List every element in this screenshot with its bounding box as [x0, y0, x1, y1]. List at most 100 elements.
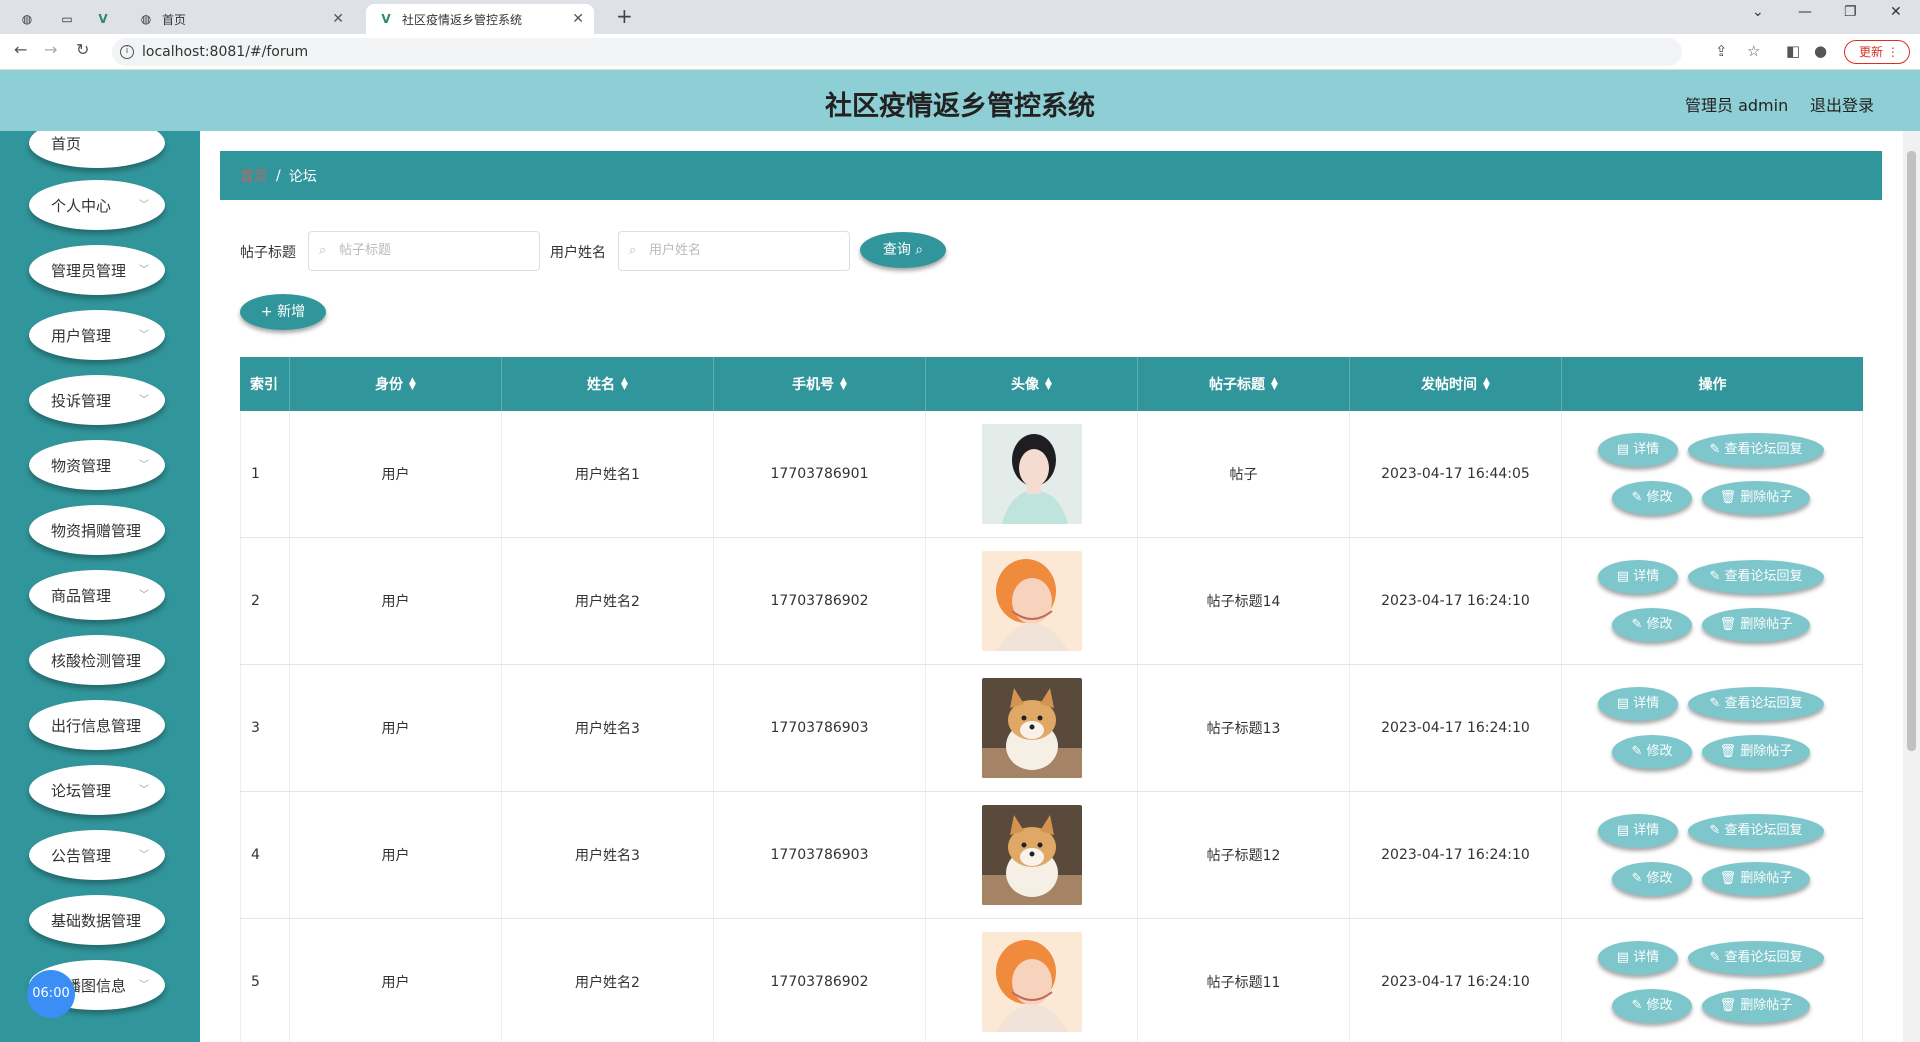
profile-icon[interactable]: ●	[1814, 42, 1827, 60]
edit-button[interactable]: ✎ 修改	[1612, 481, 1692, 515]
sidepanel-icon[interactable]: ◧	[1786, 42, 1800, 60]
minimize-icon[interactable]: —	[1798, 4, 1812, 20]
view-replies-button[interactable]: ✎ 查看论坛回复	[1688, 687, 1824, 721]
pinned-tab[interactable]: V	[88, 4, 118, 34]
sidebar-item-forum[interactable]: 论坛管理 ﹀	[29, 765, 165, 815]
sort-icon[interactable]: ▲ ▼	[1483, 377, 1490, 392]
view-replies-button[interactable]: ✎ 查看论坛回复	[1688, 433, 1824, 467]
edit-button[interactable]: ✎ 修改	[1612, 735, 1692, 769]
breadcrumb-home[interactable]: 首页	[240, 166, 268, 186]
chevron-down-icon: ﹀	[139, 330, 149, 341]
detail-button[interactable]: ▤ 详情	[1598, 941, 1678, 975]
restore-icon[interactable]: ❐	[1844, 4, 1857, 20]
sidebar-item-profile[interactable]: 个人中心 ﹀	[29, 180, 165, 230]
detail-label: 详情	[1633, 950, 1660, 965]
sidebar-item-donations[interactable]: 物资捐赠管理	[29, 505, 165, 555]
detail-button[interactable]: ▤ 详情	[1598, 687, 1678, 721]
header-avatar[interactable]: 头像 ▲ ▼	[926, 357, 1138, 411]
sidebar-item-goods[interactable]: 商品管理 ﹀	[29, 570, 165, 620]
tab-search-icon[interactable]: ⌄	[1752, 4, 1764, 20]
globe-icon: ◍	[140, 12, 152, 26]
header-phone[interactable]: 手机号 ▲ ▼	[714, 357, 926, 411]
detail-button[interactable]: ▤ 详情	[1598, 560, 1678, 594]
clock-badge: 06:00	[27, 970, 75, 1018]
cell-index: 1	[240, 411, 290, 537]
woman-portrait-avatar	[981, 424, 1082, 524]
edit-button[interactable]: ✎ 修改	[1612, 862, 1692, 896]
view-replies-button[interactable]: ✎ 查看论坛回复	[1688, 941, 1824, 975]
back-icon[interactable]: ←	[14, 40, 27, 59]
logout-link[interactable]: 退出登录	[1810, 92, 1874, 116]
detail-button[interactable]: ▤ 详情	[1598, 814, 1678, 848]
view-replies-button[interactable]: ✎ 查看论坛回复	[1688, 814, 1824, 848]
shiba-dog-avatar	[981, 805, 1082, 905]
sidebar-item-admins[interactable]: 管理员管理 ﹀	[29, 245, 165, 295]
sort-icon[interactable]: ▲ ▼	[409, 377, 416, 392]
forward-icon[interactable]: →	[44, 40, 57, 59]
forum-table: 索引 身份 ▲ ▼ 姓名 ▲ ▼ 手机号 ▲ ▼ 头像 ▲ ▼ 帖子标题 ▲ ▼ 发帖时间 ▲ ▼ 操作…	[240, 357, 1863, 1042]
user-search-input[interactable]: ⌕ 用户姓名	[618, 231, 850, 271]
delete-button[interactable]: 🗑 删除帖子	[1702, 735, 1810, 769]
tab-current[interactable]: V 社区疫情返乡管控系统 ✕	[366, 4, 594, 34]
trash-icon: 🗑	[1719, 871, 1737, 886]
star-icon[interactable]: ☆	[1747, 42, 1760, 60]
title-search-input[interactable]: ⌕ 帖子标题	[308, 231, 540, 271]
edit-button[interactable]: ✎ 修改	[1612, 608, 1692, 642]
detail-button[interactable]: ▤ 详情	[1598, 433, 1678, 467]
pinned-tab[interactable]: ▭	[52, 4, 82, 34]
add-button[interactable]: + 新增	[240, 294, 326, 330]
tab-home[interactable]: ◍ 首页 ✕	[126, 4, 354, 34]
main-content: 首页 / 论坛 帖子标题 ⌕ 帖子标题 用户姓名 ⌕ 用户姓名 查询 ⌕ + 新…	[200, 131, 1900, 1042]
sort-icon[interactable]: ▲ ▼	[1045, 377, 1052, 392]
cell-role: 用户	[290, 792, 502, 918]
sort-icon[interactable]: ▲ ▼	[621, 377, 628, 392]
scrollbar-thumb[interactable]	[1907, 151, 1916, 751]
info-icon[interactable]: i	[120, 45, 134, 59]
header-name[interactable]: 姓名 ▲ ▼	[502, 357, 714, 411]
header-role[interactable]: 身份 ▲ ▼	[290, 357, 502, 411]
url-field[interactable]: localhost:8081/#/forum	[112, 38, 1682, 66]
chevron-down-icon: ﹀	[139, 395, 149, 406]
edit-button[interactable]: ✎ 修改	[1612, 989, 1692, 1023]
title-search-label: 帖子标题	[240, 245, 296, 261]
header-post-time[interactable]: 发帖时间 ▲ ▼	[1350, 357, 1562, 411]
sidebar-item-home[interactable]: 首页	[29, 131, 165, 168]
sidebar-item-label: 管理员管理	[51, 261, 127, 280]
new-tab-icon[interactable]: +	[616, 4, 633, 28]
cell-actions: ▤ 详情 ✎ 查看论坛回复 ✎ 修改 🗑 删除帖子	[1562, 792, 1863, 918]
header-post-title[interactable]: 帖子标题 ▲ ▼	[1138, 357, 1350, 411]
query-button[interactable]: 查询 ⌕	[860, 232, 946, 268]
sidebar-item-nucleic-test[interactable]: 核酸检测管理	[29, 635, 165, 685]
header-label: 手机号	[792, 377, 835, 393]
delete-button[interactable]: 🗑 删除帖子	[1702, 608, 1810, 642]
reload-icon[interactable]: ↻	[76, 40, 89, 59]
close-icon[interactable]: ✕	[332, 11, 344, 27]
update-button[interactable]: 更新 ⋮	[1844, 40, 1910, 64]
pencil-icon: ✎	[1631, 490, 1643, 505]
cell-post-title: 帖子标题12	[1138, 792, 1350, 918]
page-scrollbar[interactable]	[1903, 131, 1920, 1042]
cell-post-title: 帖子	[1138, 411, 1350, 537]
pinned-tab[interactable]: ◍	[12, 4, 42, 34]
sort-icon[interactable]: ▲ ▼	[840, 377, 847, 392]
pencil-icon: ✎	[1631, 998, 1643, 1013]
document-icon: ▤	[1616, 569, 1630, 584]
delete-button[interactable]: 🗑 删除帖子	[1702, 862, 1810, 896]
share-icon[interactable]: ⇪	[1715, 42, 1728, 60]
sidebar-item-travel[interactable]: 出行信息管理	[29, 700, 165, 750]
sidebar-item-users[interactable]: 用户管理 ﹀	[29, 310, 165, 360]
edit-label: 修改	[1646, 871, 1673, 886]
sort-icon[interactable]: ▲ ▼	[1271, 377, 1278, 392]
delete-button[interactable]: 🗑 删除帖子	[1702, 481, 1810, 515]
sidebar-item-base-data[interactable]: 基础数据管理	[29, 895, 165, 945]
cell-name: 用户姓名2	[502, 919, 714, 1042]
delete-button[interactable]: 🗑 删除帖子	[1702, 989, 1810, 1023]
cell-actions: ▤ 详情 ✎ 查看论坛回复 ✎ 修改 🗑 删除帖子	[1562, 411, 1863, 537]
close-window-icon[interactable]: ✕	[1890, 4, 1902, 20]
close-icon[interactable]: ✕	[572, 11, 584, 27]
table-row: 4 用户 用户姓名3 17703786903 帖子标题12 2023-04-17…	[240, 792, 1863, 919]
sidebar-item-notices[interactable]: 公告管理 ﹀	[29, 830, 165, 880]
sidebar-item-complaints[interactable]: 投诉管理 ﹀	[29, 375, 165, 425]
sidebar-item-supplies[interactable]: 物资管理 ﹀	[29, 440, 165, 490]
view-replies-button[interactable]: ✎ 查看论坛回复	[1688, 560, 1824, 594]
